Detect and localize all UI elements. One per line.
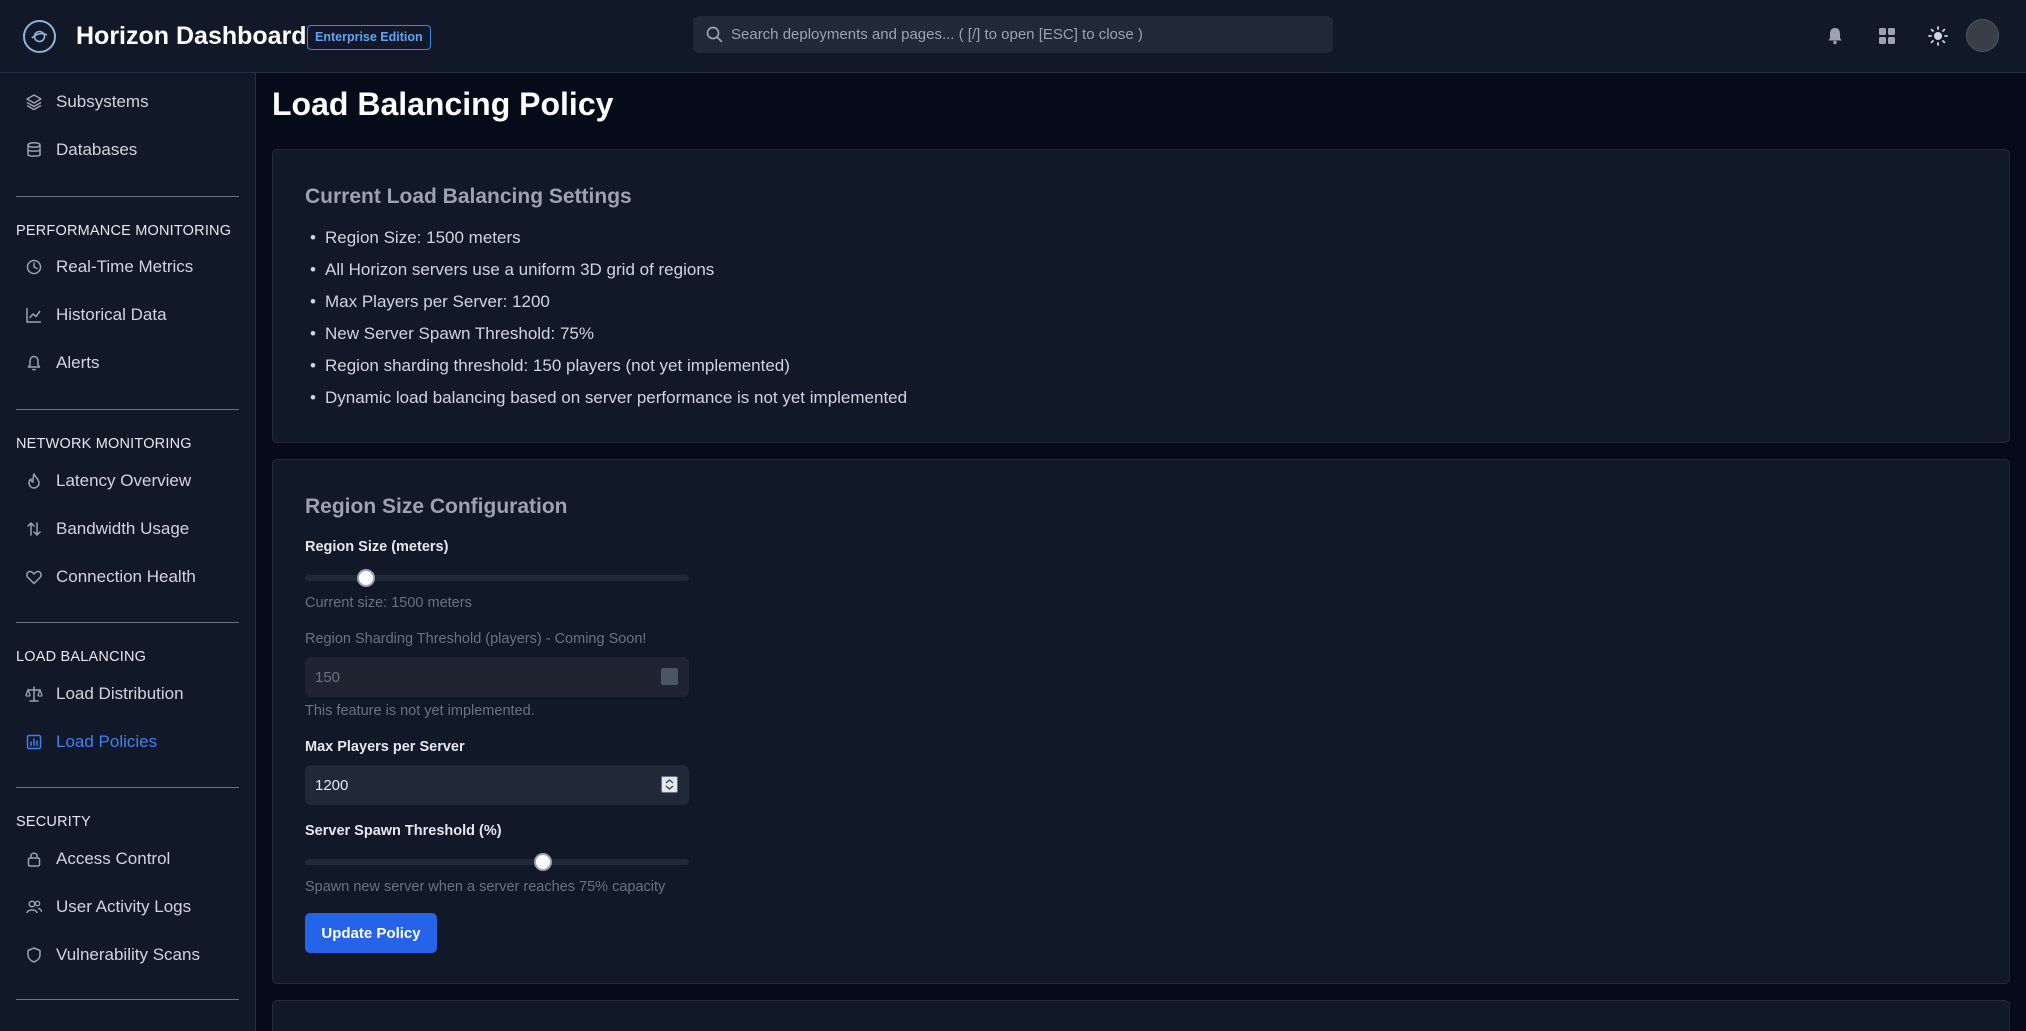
sidebar-item-latency-overview[interactable]: Latency Overview	[16, 463, 240, 499]
layers-icon	[26, 94, 42, 111]
bell-icon	[27, 355, 41, 371]
region-size-label: Region Size (meters)	[305, 539, 449, 555]
sidebar-item-alerts[interactable]: Alerts	[16, 345, 240, 381]
search-box[interactable]	[693, 16, 1333, 53]
sidebar-item-subsystems[interactable]: Subsystems	[16, 84, 240, 120]
sidebar-item-label: Load Policies	[56, 732, 158, 751]
settings-bullet: • Region Size: 1500 meters	[310, 228, 521, 247]
lock-icon	[27, 852, 41, 867]
sidebar-item-label: Connection Health	[56, 567, 196, 586]
sidebar-item-bandwidth-usage[interactable]: Bandwidth Usage	[16, 511, 240, 547]
scale-icon	[25, 686, 43, 702]
bullet-text: Region sharding threshold: 150 players (…	[325, 356, 790, 375]
sidebar-item-access-control[interactable]: Access Control	[16, 841, 240, 877]
update-policy-button[interactable]: Update Policy	[305, 913, 437, 953]
number-spinner-icon[interactable]	[661, 776, 678, 793]
sidebar-item-label: Vulnerability Scans	[56, 945, 200, 964]
section-title-performance: PERFORMANCE MONITORING	[16, 223, 232, 239]
notifications-bell-icon[interactable]	[1824, 25, 1846, 47]
top-header: Horizon Dashboard Enterprise Edition	[0, 0, 2026, 73]
clock-icon	[26, 259, 42, 275]
edition-badge: Enterprise Edition	[307, 25, 431, 50]
shield-icon	[27, 947, 41, 963]
sidebar-item-historical-data[interactable]: Historical Data	[16, 297, 240, 333]
section-title-network: NETWORK MONITORING	[16, 436, 192, 452]
region-config-card: Region Size Configuration Region Size (m…	[272, 459, 2010, 984]
sidebar-item-label: Access Control	[56, 849, 171, 868]
sidebar-item-databases[interactable]: Databases	[16, 132, 240, 168]
sidebar-item-load-distribution[interactable]: Load Distribution	[16, 676, 240, 712]
sidebar-item-label: Subsystems	[56, 92, 149, 111]
bullet-text: Dynamic load balancing based on server p…	[325, 388, 908, 407]
app-title: Horizon Dashboard	[76, 22, 307, 50]
arrows-up-down-icon	[27, 522, 41, 536]
users-icon	[26, 900, 43, 914]
sharding-spinner-icon	[661, 668, 678, 685]
section-title-load-balancing: LOAD BALANCING	[16, 649, 147, 665]
horizon-logo-icon[interactable]	[23, 20, 56, 53]
settings-bullet: • Max Players per Server: 1200	[310, 292, 550, 311]
sidebar-item-vulnerability-scans[interactable]: Vulnerability Scans	[16, 937, 240, 973]
settings-bullet: • New Server Spawn Threshold: 75%	[310, 324, 594, 343]
bullet-text: Region Size: 1500 meters	[325, 228, 521, 247]
settings-bullet: • All Horizon servers use a uniform 3D gr…	[310, 260, 715, 279]
bullet-text: Max Players per Server: 1200	[325, 292, 550, 311]
region-size-hint: Current size: 1500 meters	[305, 595, 472, 611]
spawn-threshold-slider-thumb[interactable]	[534, 853, 553, 871]
sidebar-item-connection-health[interactable]: Connection Health	[16, 559, 240, 595]
settings-bullet: • Dynamic load balancing based on server …	[310, 388, 908, 407]
sidebar-item-label: User Activity Logs	[56, 897, 192, 916]
sidebar-item-label: Historical Data	[56, 305, 167, 324]
sidebar-item-user-activity-logs[interactable]: User Activity Logs	[16, 889, 240, 925]
sidebar-item-label: Load Distribution	[56, 684, 184, 703]
apps-grid-icon[interactable]	[1876, 25, 1898, 47]
page-title: Load Balancing Policy	[272, 86, 614, 122]
max-players-label: Max Players per Server	[305, 739, 465, 755]
sidebar-item-label: Latency Overview	[56, 471, 192, 490]
user-avatar[interactable]	[1966, 19, 1999, 52]
current-settings-title: Current Load Balancing Settings	[305, 185, 632, 208]
search-icon	[706, 26, 723, 43]
sidebar-item-real-time-metrics[interactable]: Real-Time Metrics	[16, 249, 240, 285]
bullet-text: New Server Spawn Threshold: 75%	[325, 324, 594, 343]
current-settings-card: Current Load Balancing Settings • Region …	[272, 149, 2010, 443]
search-input[interactable]	[731, 16, 1321, 53]
policy-chart-icon	[26, 734, 42, 750]
database-icon	[27, 141, 41, 157]
region-size-slider[interactable]	[305, 569, 689, 587]
sidebar-divider	[16, 999, 239, 1000]
max-players-input[interactable]	[305, 765, 689, 805]
sharding-threshold-label: Region Sharding Threshold (players) - Co…	[305, 631, 647, 647]
sidebar-item-load-policies[interactable]: Load Policies	[16, 724, 240, 760]
sidebar-divider	[16, 409, 239, 410]
sidebar-item-label: Bandwidth Usage	[56, 519, 190, 538]
sidebar-divider	[16, 622, 239, 623]
sidebar: Subsystems Databases PERFORMANCE MONITOR…	[0, 73, 256, 1031]
sidebar-item-label: Real-Time Metrics	[56, 257, 194, 276]
sharding-threshold-input	[305, 657, 689, 697]
settings-bullet: • Region sharding threshold: 150 players …	[310, 356, 790, 375]
bullet-text: All Horizon servers use a uniform 3D gri…	[325, 260, 715, 279]
next-card	[272, 1000, 2010, 1031]
region-config-title: Region Size Configuration	[305, 495, 568, 518]
sidebar-item-label: Alerts	[56, 353, 100, 372]
theme-toggle-sun-icon[interactable]	[1927, 25, 1949, 47]
flame-icon	[28, 473, 40, 489]
spawn-threshold-slider[interactable]	[305, 853, 689, 871]
sidebar-divider	[16, 196, 239, 197]
line-chart-icon	[26, 308, 41, 323]
heart-icon	[26, 570, 42, 585]
region-size-slider-thumb[interactable]	[357, 569, 376, 587]
spawn-threshold-hint: Spawn new server when a server reaches 7…	[305, 879, 666, 895]
sidebar-divider	[16, 787, 239, 788]
section-title-security: SECURITY	[16, 814, 91, 830]
sidebar-item-label: Databases	[56, 140, 138, 159]
sharding-hint: This feature is not yet implemented.	[305, 703, 535, 719]
spawn-threshold-label: Server Spawn Threshold (%)	[305, 823, 502, 839]
